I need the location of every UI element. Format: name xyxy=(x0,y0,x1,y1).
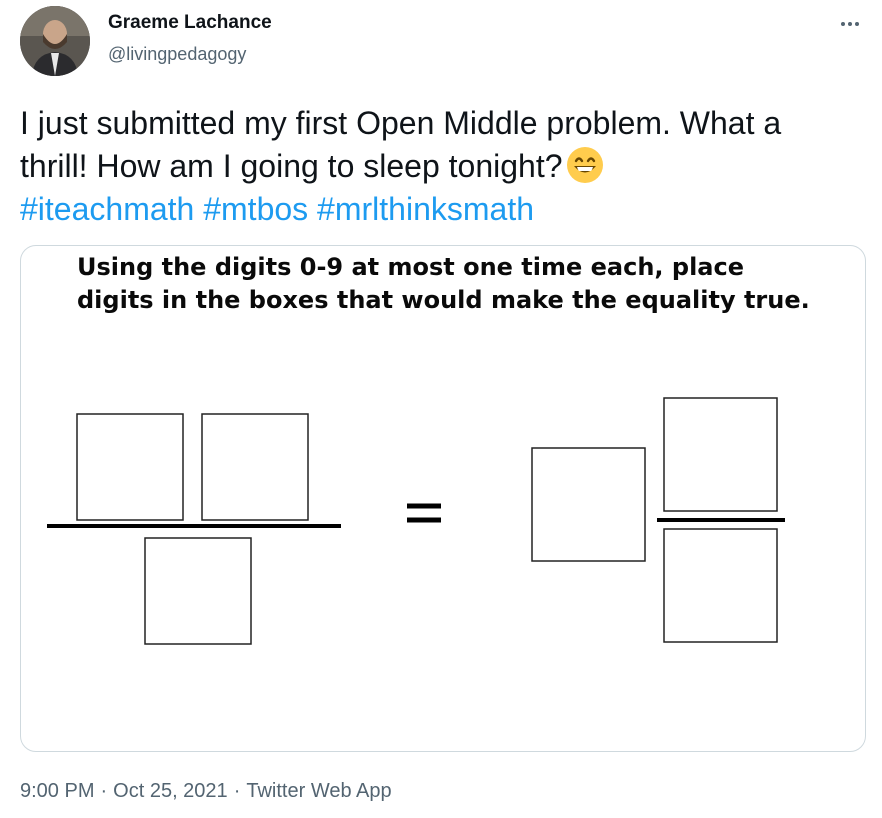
left-denominator-box xyxy=(144,537,252,645)
separator: · xyxy=(233,780,241,802)
grinning-face-emoji-icon xyxy=(566,147,603,183)
hashtag-iteachmath[interactable]: #iteachmath xyxy=(20,191,194,227)
tweet-text: I just submitted my first Open Middle pr… xyxy=(20,102,870,231)
left-numerator-box-2 xyxy=(201,413,309,521)
whole-number-box xyxy=(531,447,646,562)
tweet-line-2-text: thrill! How am I going to sleep tonight? xyxy=(20,148,563,184)
fraction-puzzle-diagram xyxy=(47,397,785,645)
hashtag-list: #iteachmath #mtbos #mrlthinksmath xyxy=(20,188,870,231)
ellipsis-icon xyxy=(841,22,859,26)
separator: · xyxy=(100,780,108,802)
profile-photo-icon xyxy=(20,6,90,76)
more-options-icon[interactable] xyxy=(832,6,868,36)
hashtag-mrlthinksmath[interactable]: #mrlthinksmath xyxy=(317,191,534,227)
tweet-metadata: 9:00 PM · Oct 25, 2021 · Twitter Web App xyxy=(20,780,392,803)
author-handle[interactable]: @livingpedagogy xyxy=(108,44,246,65)
right-denominator-box xyxy=(663,528,778,643)
avatar[interactable] xyxy=(20,6,90,76)
author-name[interactable]: Graeme Lachance xyxy=(108,12,272,34)
media-image[interactable]: Using the digits 0-9 at most one time ea… xyxy=(20,245,866,752)
tweet-time[interactable]: 9:00 PM xyxy=(20,780,94,802)
tweet-date[interactable]: Oct 25, 2021 xyxy=(113,780,228,802)
tweet-line-2: thrill! How am I going to sleep tonight? xyxy=(20,145,870,188)
tweet-line-1: I just submitted my first Open Middle pr… xyxy=(20,105,782,141)
left-numerator-box-1 xyxy=(76,413,184,521)
hashtag-mtbos[interactable]: #mtbos xyxy=(203,191,308,227)
tweet-source[interactable]: Twitter Web App xyxy=(246,780,391,802)
right-numerator-box xyxy=(663,397,778,512)
